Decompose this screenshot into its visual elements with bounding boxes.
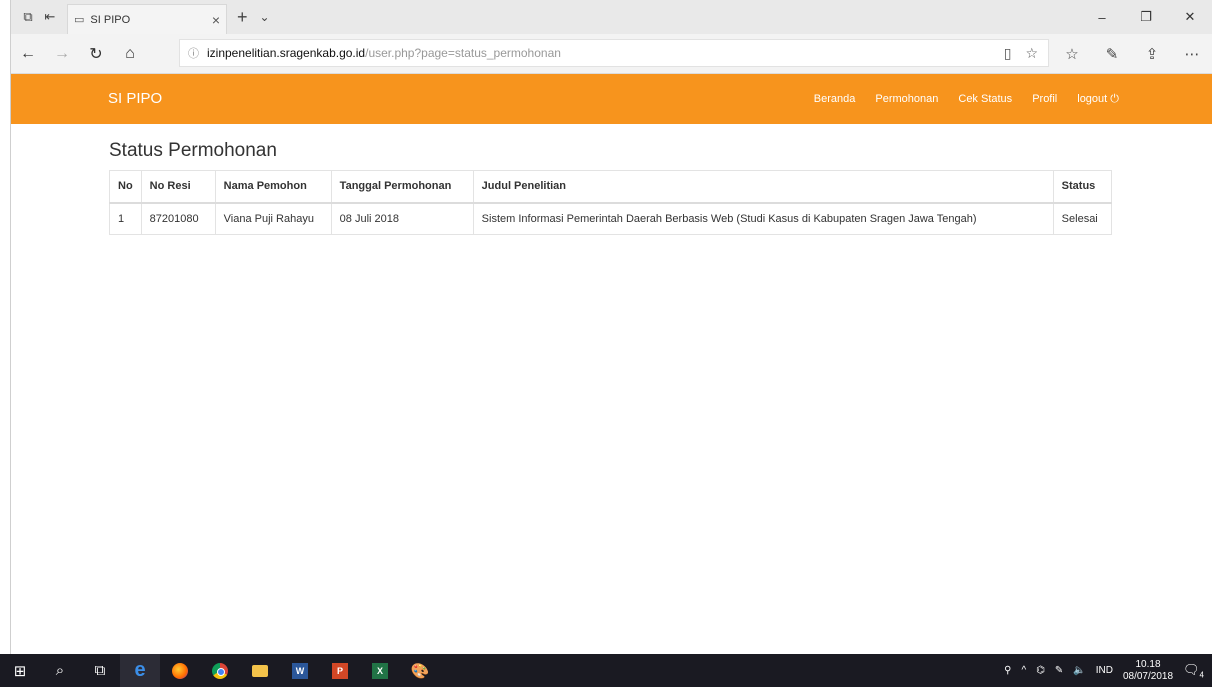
system-tray: ⚲ ^ ⌬ ✎ 🔈 IND 10.18 08/07/2018 🗨4: [1004, 654, 1212, 687]
header-nama-pemohon: Nama Pemohon: [214, 170, 332, 204]
windows-start-icon[interactable]: ⊞: [0, 654, 40, 687]
favorite-star-icon[interactable]: ☆: [1025, 45, 1038, 62]
power-icon: ⏻: [1110, 93, 1119, 105]
header-tanggal: Tanggal Permohonan: [330, 170, 474, 204]
language-indicator[interactable]: IND: [1096, 665, 1113, 676]
table-row: 1 87201080 Viana Puji Rahayu 08 Juli 201…: [109, 202, 1112, 235]
home-icon[interactable]: ⌂: [113, 37, 147, 71]
pen-icon[interactable]: ✎: [1092, 45, 1132, 63]
edge-icon[interactable]: e: [120, 654, 160, 687]
people-icon[interactable]: ⚲: [1004, 665, 1011, 676]
file-explorer-app[interactable]: [240, 654, 280, 687]
clock-date: 08/07/2018: [1122, 670, 1174, 682]
browser-toolbar: ← → ↻ ⌂ ⓘ izinpenelitian.sragenkab.go.id…: [11, 34, 1212, 74]
excel-icon: X: [372, 662, 388, 679]
page-title: Status Permohonan: [109, 140, 277, 161]
share-icon[interactable]: ⇪: [1132, 45, 1172, 63]
clock-time: 10.18: [1135, 658, 1161, 670]
favorites-hub-icon[interactable]: ☆: [1052, 45, 1092, 63]
close-tab-icon[interactable]: ×: [212, 12, 220, 28]
cell-judul: Sistem Informasi Pemerintah Daerah Berba…: [472, 202, 1054, 235]
menu-item-logout[interactable]: logout ⏻: [1077, 93, 1119, 106]
volume-icon[interactable]: 🔈: [1073, 665, 1085, 676]
address-actions: ▯ ☆: [1004, 45, 1038, 62]
restore-icon[interactable]: ❐: [1124, 0, 1168, 34]
cell-no-resi: 87201080: [140, 202, 216, 235]
more-icon[interactable]: ⋯: [1172, 45, 1212, 63]
menu-item-beranda[interactable]: Beranda: [814, 93, 856, 106]
header-no: No: [109, 170, 142, 204]
excel-app[interactable]: X: [360, 654, 400, 687]
status-table: No No Resi Nama Pemohon Tanggal Permohon…: [109, 170, 1112, 235]
firefox-icon: [172, 662, 188, 679]
page-icon: ▭: [74, 14, 85, 26]
cell-nama-pemohon: Viana Puji Rahayu: [214, 202, 332, 235]
address-bar[interactable]: ⓘ izinpenelitian.sragenkab.go.id /user.p…: [179, 39, 1049, 67]
info-icon[interactable]: ⓘ: [188, 45, 199, 61]
word-icon: W: [292, 662, 308, 679]
cell-no: 1: [109, 202, 142, 235]
paint-icon[interactable]: 🎨: [400, 654, 440, 687]
tab-bar: ⧉ ⇤ ▭ SI PIPO × + ⌄ – ❐ ✕: [11, 0, 1212, 34]
search-icon[interactable]: ⌕: [40, 654, 80, 687]
minimize-icon[interactable]: –: [1080, 0, 1124, 34]
clock[interactable]: 10.18 08/07/2018: [1123, 659, 1173, 683]
site-navbar: SI PIPO Beranda Permohonan Cek Status Pr…: [11, 74, 1212, 124]
cell-tanggal: 08 Juli 2018: [330, 202, 474, 235]
main-content: Status Permohonan No No Resi Nama Pemoho…: [109, 140, 1112, 235]
action-center-icon[interactable]: 🗨4: [1183, 662, 1204, 680]
header-judul: Judul Penelitian: [472, 170, 1054, 204]
browser-tools: ☆ ✎ ⇪ ⋯: [1052, 34, 1212, 74]
site-brand[interactable]: SI PIPO: [108, 90, 162, 107]
close-window-icon[interactable]: ✕: [1168, 0, 1212, 34]
chevron-down-icon[interactable]: ⌄: [260, 10, 270, 24]
forward-arrow-icon[interactable]: →: [45, 37, 79, 71]
chrome-icon: [212, 662, 228, 679]
new-tab-icon[interactable]: +: [237, 7, 248, 28]
browser-window: ⧉ ⇤ ▭ SI PIPO × + ⌄ – ❐ ✕ ← → ↻ ⌂ ⓘ izin…: [10, 0, 1212, 687]
logout-label: logout: [1077, 93, 1108, 105]
powerpoint-icon: P: [332, 662, 348, 679]
word-app[interactable]: W: [280, 654, 320, 687]
refresh-icon[interactable]: ↻: [79, 37, 113, 71]
tab-actions-icon[interactable]: ⧉: [17, 6, 39, 28]
firefox-app[interactable]: [160, 654, 200, 687]
pen-tray-icon[interactable]: ✎: [1055, 665, 1063, 676]
url-host: izinpenelitian.sragenkab.go.id: [207, 46, 366, 60]
set-tabs-aside-icon[interactable]: ⇤: [39, 6, 61, 28]
chrome-app[interactable]: [200, 654, 240, 687]
back-arrow-icon[interactable]: ←: [11, 37, 45, 71]
menu-item-cek-status[interactable]: Cek Status: [958, 93, 1012, 106]
windows-taskbar: ⊞ ⌕ ⧉ e W P X 🎨 ⚲ ^ ⌬ ✎ 🔈 IND 10.18 08/0…: [0, 654, 1212, 687]
reading-view-icon[interactable]: ▯: [1004, 45, 1012, 62]
menu-item-permohonan[interactable]: Permohonan: [875, 93, 938, 106]
header-status: Status: [1052, 170, 1112, 204]
network-icon[interactable]: ⌬: [1036, 665, 1045, 676]
header-no-resi: No Resi: [140, 170, 216, 204]
site-menu: Beranda Permohonan Cek Status Profil log…: [814, 93, 1119, 106]
cell-status: Selesai: [1052, 202, 1112, 235]
folder-icon: [252, 664, 268, 677]
notification-count: 4: [1199, 670, 1204, 680]
tab-title: SI PIPO: [90, 13, 131, 26]
window-controls: – ❐ ✕: [1080, 0, 1212, 34]
table-header-row: No No Resi Nama Pemohon Tanggal Permohon…: [109, 170, 1112, 204]
browser-tab[interactable]: ▭ SI PIPO ×: [67, 4, 227, 34]
show-hidden-icons-icon[interactable]: ^: [1021, 665, 1026, 676]
task-view-icon[interactable]: ⧉: [80, 654, 120, 687]
menu-item-profil[interactable]: Profil: [1032, 93, 1057, 106]
url-path: /user.php?page=status_permohonan: [365, 46, 561, 60]
powerpoint-app[interactable]: P: [320, 654, 360, 687]
